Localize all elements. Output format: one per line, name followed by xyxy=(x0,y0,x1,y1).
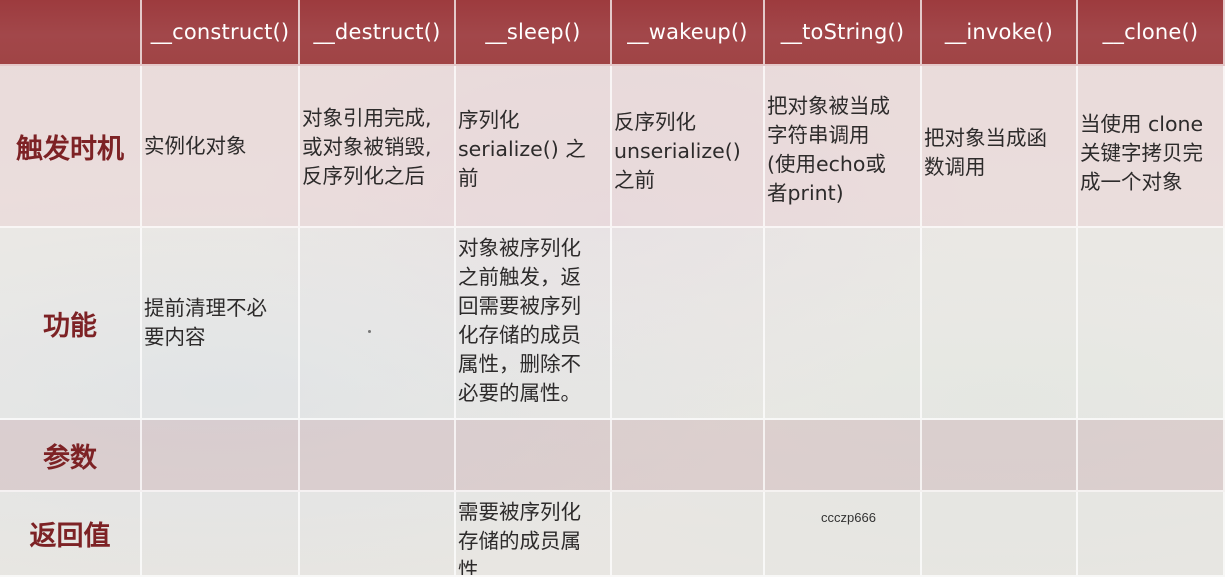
header-construct: __construct() xyxy=(142,0,300,66)
cell-function-invoke xyxy=(922,228,1078,420)
cell-function-destruct xyxy=(300,228,456,420)
cell-trigger-construct: 实例化对象 xyxy=(142,66,300,228)
cell-trigger-wakeup: 反序列化 unserialize() 之前 xyxy=(612,66,765,228)
cell-return-wakeup xyxy=(612,492,765,577)
cell-return-invoke xyxy=(922,492,1078,577)
header-corner xyxy=(0,0,142,66)
cell-trigger-clone: 当使用 clone 关键字拷贝完 成一个对象 xyxy=(1078,66,1225,228)
cell-params-invoke xyxy=(922,420,1078,492)
header-sleep: __sleep() xyxy=(456,0,612,66)
cell-trigger-invoke: 把对象当成函 数调用 xyxy=(922,66,1078,228)
cell-function-sleep: 对象被序列化 之前触发，返 回需要被序列 化存储的成员 属性，删除不 必要的属性… xyxy=(456,228,612,420)
stray-dot xyxy=(368,330,371,333)
cell-function-wakeup xyxy=(612,228,765,420)
header-tostring: __toString() xyxy=(765,0,922,66)
cell-params-destruct xyxy=(300,420,456,492)
row-label-trigger: 触发时机 xyxy=(0,66,142,228)
magic-methods-table: __construct() __destruct() __sleep() __w… xyxy=(0,0,1225,577)
cell-params-sleep xyxy=(456,420,612,492)
cell-params-tostring xyxy=(765,420,922,492)
cell-function-clone xyxy=(1078,228,1225,420)
cell-trigger-tostring: 把对象被当成 字符串调用 (使用echo或 者print) xyxy=(765,66,922,228)
cell-function-tostring xyxy=(765,228,922,420)
header-wakeup: __wakeup() xyxy=(612,0,765,66)
header-destruct: __destruct() xyxy=(300,0,456,66)
row-label-params: 参数 xyxy=(0,420,142,492)
cell-trigger-sleep: 序列化 serialize() 之 前 xyxy=(456,66,612,228)
row-label-function: 功能 xyxy=(0,228,142,420)
header-clone: __clone() xyxy=(1078,0,1225,66)
cell-params-construct xyxy=(142,420,300,492)
cell-return-tostring: ccczp666 xyxy=(765,492,922,577)
cell-return-clone xyxy=(1078,492,1225,577)
cell-function-construct: 提前清理不必 要内容 xyxy=(142,228,300,420)
watermark-text: ccczp666 xyxy=(821,510,876,525)
cell-return-destruct xyxy=(300,492,456,577)
cell-params-wakeup xyxy=(612,420,765,492)
cell-trigger-destruct: 对象引用完成, 或对象被销毁, 反序列化之后 xyxy=(300,66,456,228)
row-label-return: 返回值 xyxy=(0,492,142,577)
header-invoke: __invoke() xyxy=(922,0,1078,66)
cell-return-sleep: 需要被序列化 存储的成员属 性 xyxy=(456,492,612,577)
cell-params-clone xyxy=(1078,420,1225,492)
cell-return-construct xyxy=(142,492,300,577)
